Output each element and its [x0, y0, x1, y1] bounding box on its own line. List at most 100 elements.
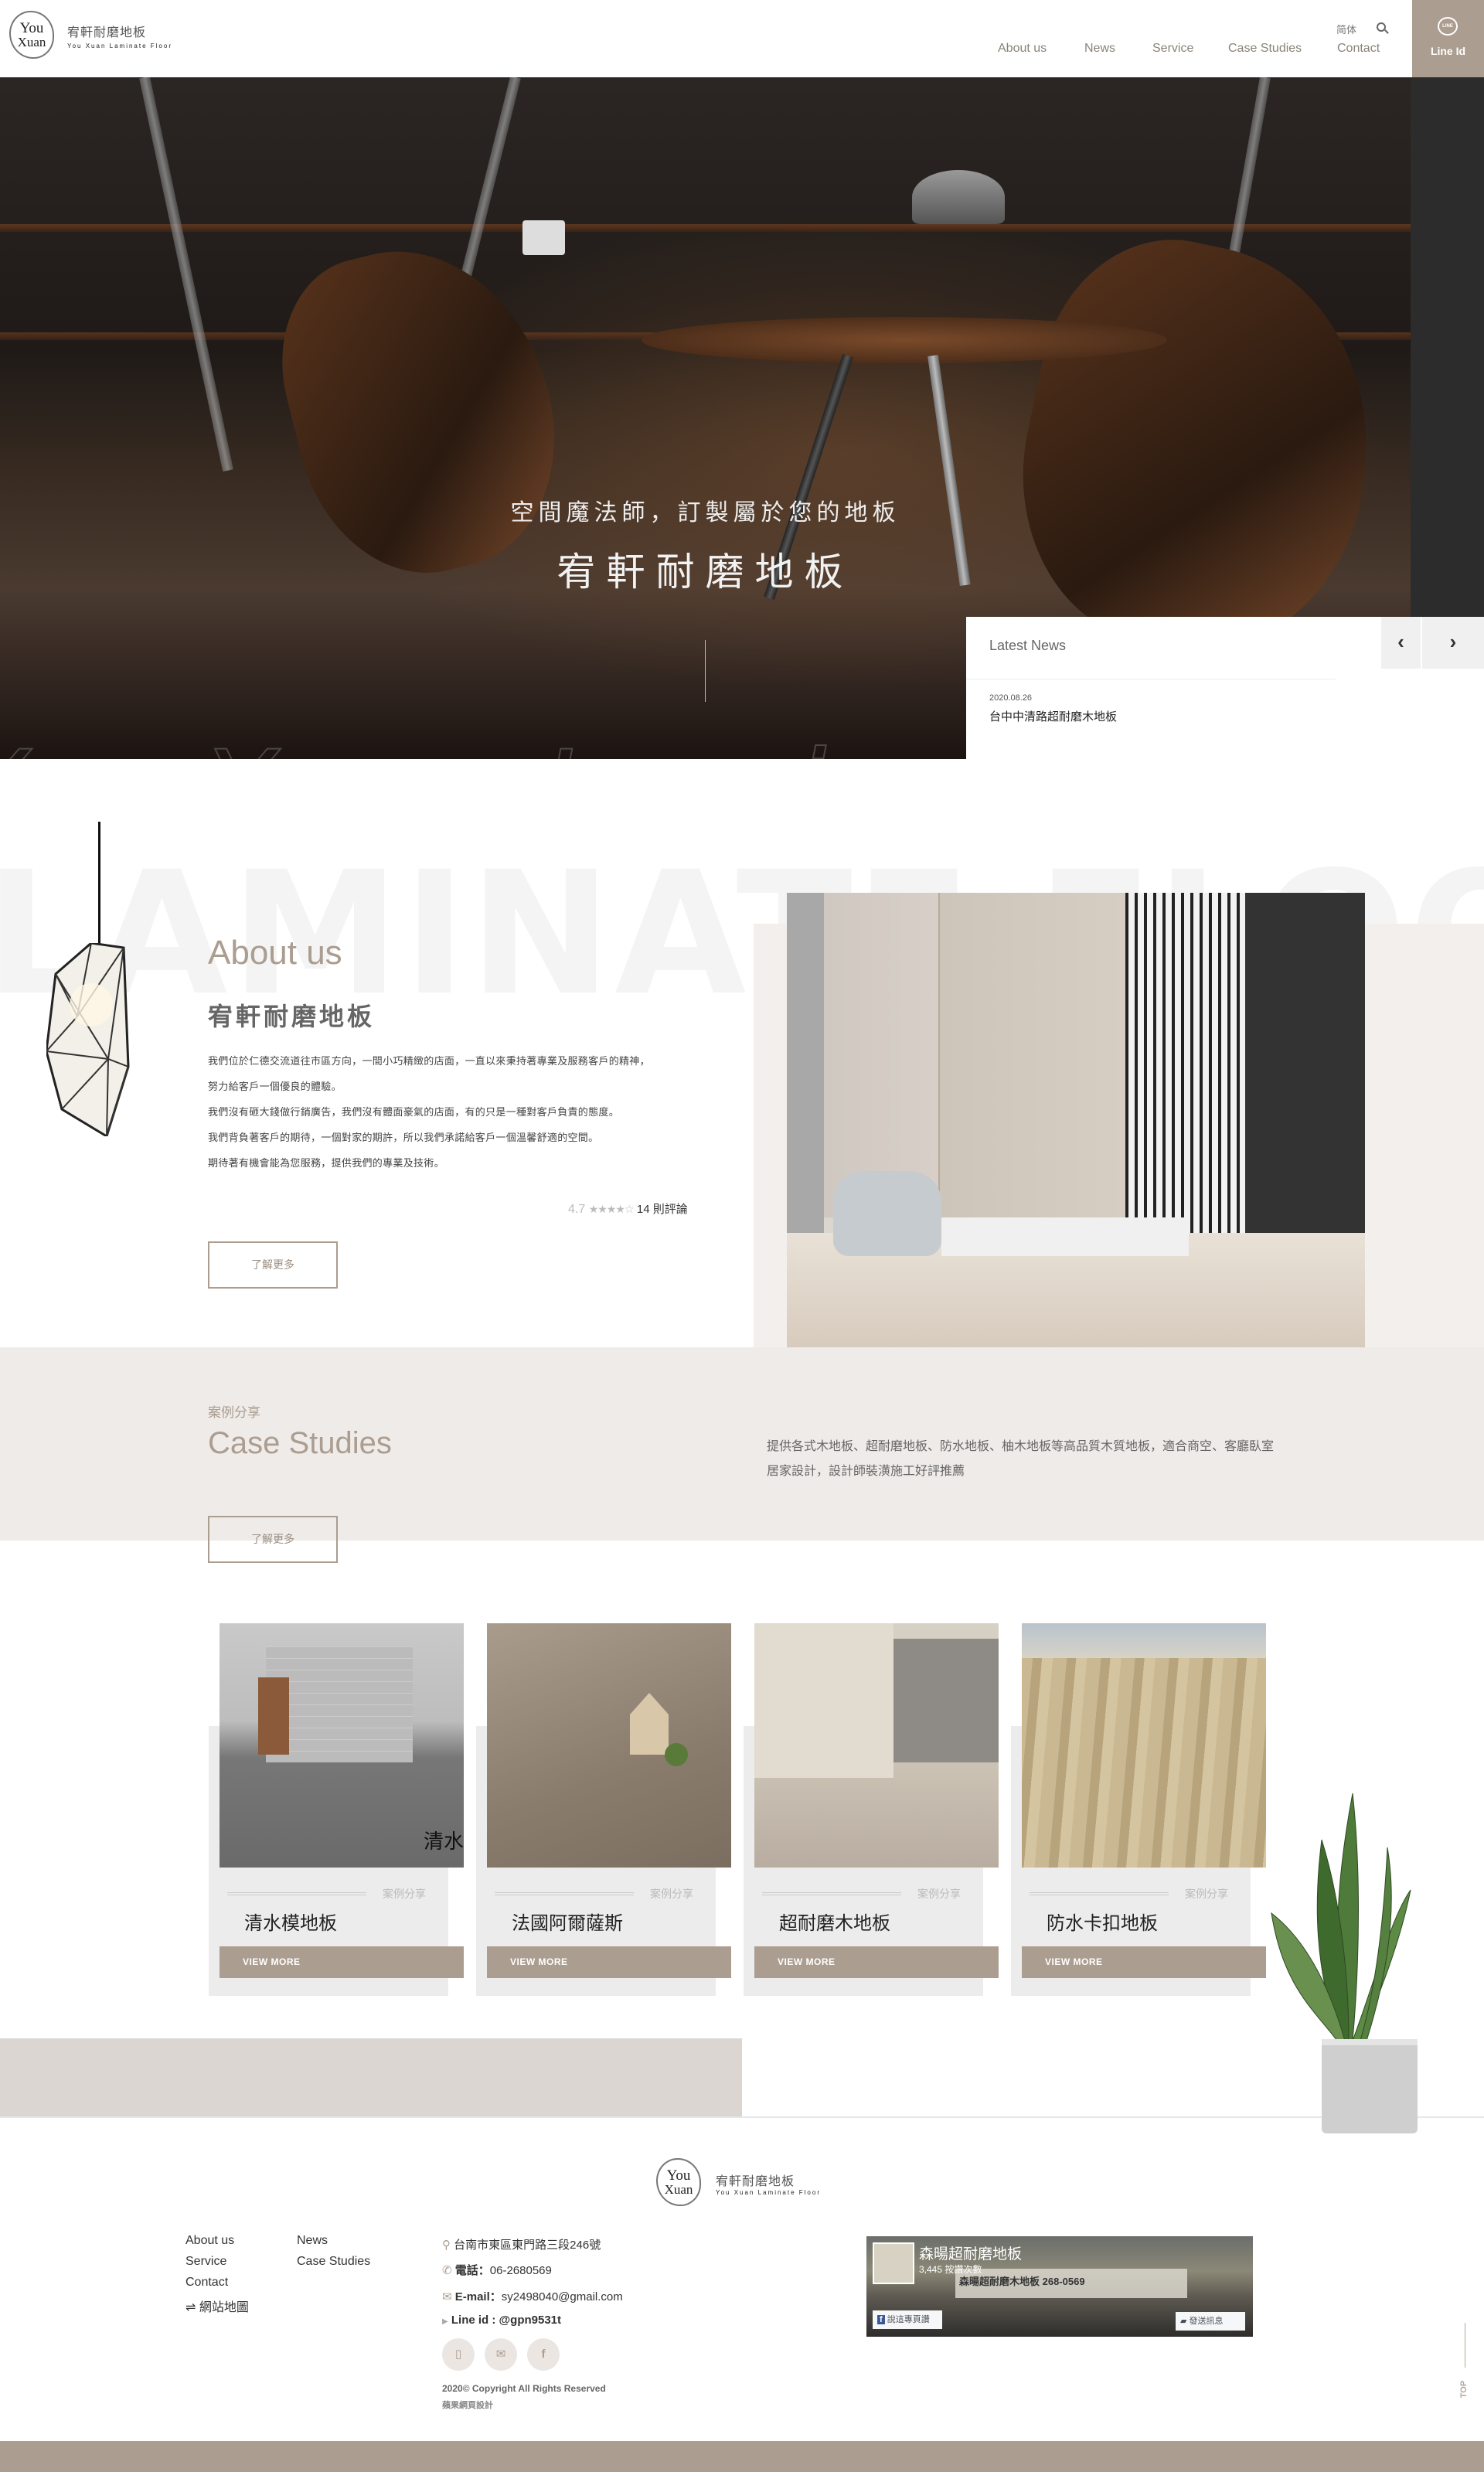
- line-id-button[interactable]: LINE Line Id: [1412, 0, 1484, 77]
- case-image[interactable]: [487, 1623, 731, 1868]
- nav-service[interactable]: Service: [1152, 42, 1193, 56]
- footer-link-news[interactable]: News: [297, 2234, 328, 2248]
- facebook-icon[interactable]: f: [527, 2338, 560, 2371]
- footer-phone[interactable]: ✆ 電話：06-2680569: [442, 2262, 552, 2278]
- logo-name-en: You Xuan Laminate Floor: [67, 43, 172, 49]
- case-card[interactable]: 案例分享 防水卡扣地板 VIEW MORE: [1011, 1623, 1289, 1996]
- case-image[interactable]: [1022, 1623, 1266, 1868]
- card-rule: [495, 1892, 634, 1895]
- language-toggle[interactable]: 简体: [1336, 22, 1356, 36]
- case-studies-title: Case Studies: [208, 1426, 392, 1460]
- top-label: TOP: [1459, 2380, 1469, 2399]
- view-more-button[interactable]: VIEW MORE: [1022, 1946, 1266, 1978]
- sitemap-label: 網站地圖: [199, 2301, 249, 2314]
- nav-about-us[interactable]: About us: [998, 42, 1047, 56]
- nav-case-studies[interactable]: Case Studies: [1228, 42, 1302, 56]
- logo-line1: You: [666, 2167, 691, 2184]
- about-paragraph: 我們背負著客戶的期待，一個對家的期許，所以我們承諾給客戶一個溫馨舒適的空間。: [208, 1132, 599, 1143]
- footer-link-case-studies[interactable]: Case Studies: [297, 2255, 370, 2269]
- phone-label: 電話：: [454, 2264, 490, 2277]
- line-bubble-icon: LINE: [1438, 17, 1458, 36]
- footer-link-service[interactable]: Service: [186, 2255, 226, 2269]
- google-rating[interactable]: 4.7 ★★★★☆ 14 則評論: [568, 1200, 688, 1217]
- view-more-button[interactable]: VIEW MORE: [487, 1946, 731, 1978]
- footer-bottom-strip: [0, 2441, 1484, 2472]
- card-title: 防水卡扣地板: [1047, 1913, 1158, 1934]
- logo-line1: You: [19, 20, 44, 36]
- footer-sitemap-link[interactable]: ⇌ 網站地圖: [186, 2297, 249, 2315]
- facebook-page-widget[interactable]: 森暘超耐磨木地板 268-0569 森暘超耐磨地板 3,445 按讚次數 f 說…: [866, 2236, 1253, 2337]
- case-image[interactable]: [754, 1623, 999, 1868]
- nav-contact[interactable]: Contact: [1337, 42, 1380, 56]
- fb-like-label: 說這專頁讚: [887, 2315, 930, 2324]
- fb-like-button[interactable]: f 說這專頁讚: [873, 2310, 942, 2329]
- designer-credit[interactable]: 蘋果網頁設計: [442, 2399, 493, 2411]
- chevron-right-icon: ›: [1449, 630, 1457, 653]
- page-thumbnail[interactable]: [873, 2242, 914, 2284]
- about-paragraph: 期待著有機會能為您服務，提供我們的專業及技術。: [208, 1157, 444, 1169]
- fb-message-button[interactable]: ▰ 發送訊息: [1176, 2312, 1245, 2331]
- potted-plant-image: [1271, 1793, 1418, 2133]
- hero-divider: [705, 640, 706, 702]
- lamp-cord: [98, 822, 100, 945]
- about-more-button[interactable]: 了解更多: [208, 1241, 338, 1289]
- logo-name-cn: 宥軒耐磨地板: [716, 2175, 795, 2188]
- card-rule: [762, 1892, 901, 1895]
- footer-link-contact[interactable]: Contact: [186, 2276, 228, 2290]
- pendant-lamp-image: [46, 943, 130, 1136]
- logo-mark: You Xuan: [656, 2158, 701, 2206]
- about-room-image: [787, 893, 1365, 1347]
- about-paragraph: 我們沒有砸大錢做行銷廣告，我們沒有體面豪氣的店面，有的只是一種對客戶負責的態度。: [208, 1106, 620, 1118]
- back-to-top-button[interactable]: TOP: [1459, 2323, 1471, 2400]
- view-more-button[interactable]: VIEW MORE: [220, 1946, 464, 1978]
- phone-ring-icon: ✆: [442, 2264, 452, 2277]
- logo-name-cn: 宥軒耐磨地板: [67, 26, 147, 39]
- news-headline[interactable]: 台中中清路超耐磨木地板: [989, 708, 1117, 724]
- news-next-button[interactable]: ›: [1422, 617, 1484, 669]
- fb-like-count: 3,445 按讚次數: [919, 2264, 982, 2275]
- image-caption: 清水: [423, 1830, 464, 1853]
- latest-news-panel: Latest News ‹ › 2020.08.26 台中中清路超耐磨木地板: [966, 617, 1484, 759]
- chat-bubble-icon: ▰: [1180, 2317, 1187, 2326]
- card-tag: 案例分享: [917, 1888, 961, 1900]
- mail-icon[interactable]: ✉: [485, 2338, 517, 2371]
- logo-line2: Xuan: [17, 35, 46, 49]
- phone-number: 06-2680569: [489, 2264, 552, 2277]
- rating-score: 4.7: [568, 1203, 586, 1216]
- site-header: You Xuan 宥軒耐磨地板 You Xuan Laminate Floor …: [0, 0, 1484, 77]
- about-paragraph: 努力給客戶一個優良的體驗。: [208, 1081, 342, 1092]
- card-title: 超耐磨木地板: [779, 1913, 890, 1934]
- card-title: 法國阿爾薩斯: [512, 1913, 623, 1934]
- about-title: About us: [208, 934, 342, 972]
- about-paragraph: 我們位於仁德交流道往市區方向，一間小巧精緻的店面，一直以來秉持著專業及服務客戶的…: [208, 1055, 650, 1067]
- footer-link-about-us[interactable]: About us: [186, 2234, 234, 2248]
- case-image[interactable]: 清水: [220, 1623, 464, 1868]
- search-icon[interactable]: [1377, 22, 1386, 32]
- decorative-grey-block: [0, 2038, 742, 2116]
- section-divider: [0, 2116, 1484, 2118]
- line-id-label: Line Id: [1430, 45, 1466, 57]
- card-rule: [1030, 1892, 1169, 1895]
- card-tag: 案例分享: [383, 1888, 426, 1900]
- phone-icon[interactable]: ▯: [442, 2338, 475, 2371]
- email-label: E-mail：: [454, 2290, 502, 2303]
- logo-mark: You Xuan: [9, 11, 54, 59]
- case-card[interactable]: 案例分享 超耐磨木地板 VIEW MORE: [744, 1623, 1022, 1996]
- fb-page-name[interactable]: 森暘超耐磨地板: [919, 2242, 1022, 2263]
- line-id-text: Line id : @gpn9531t: [451, 2314, 562, 2327]
- nav-news[interactable]: News: [1084, 42, 1115, 56]
- case-studies-more-button[interactable]: 了解更多: [208, 1516, 338, 1563]
- view-more-button[interactable]: VIEW MORE: [754, 1946, 999, 1978]
- case-card[interactable]: 清水 案例分享 清水模地板 VIEW MORE: [209, 1623, 487, 1996]
- footer-logo[interactable]: You Xuan 宥軒耐磨地板 You Xuan Laminate Floor: [649, 2149, 842, 2211]
- logo-line2: Xuan: [664, 2182, 693, 2197]
- case-card[interactable]: 案例分享 法國阿爾薩斯 VIEW MORE: [476, 1623, 754, 1996]
- hero-title: 宥軒耐磨地板: [556, 550, 854, 594]
- footer-email[interactable]: ✉ E-mail：sy2498040@gmail.com: [442, 2288, 623, 2304]
- copyright: 2020© Copyright All Rights Reserved: [442, 2383, 606, 2394]
- logo[interactable]: You Xuan 宥軒耐磨地板 You Xuan Laminate Floor: [0, 0, 186, 70]
- star-rating-icon: ★★★★☆: [588, 1203, 635, 1215]
- news-prev-button[interactable]: ‹: [1381, 617, 1421, 669]
- envelope-icon: ✉: [442, 2290, 452, 2303]
- case-studies-description: 提供各式木地板、超耐磨地板、防水地板、柚木地板等高品質木質地板，適合商空、客廳臥…: [767, 1440, 1275, 1478]
